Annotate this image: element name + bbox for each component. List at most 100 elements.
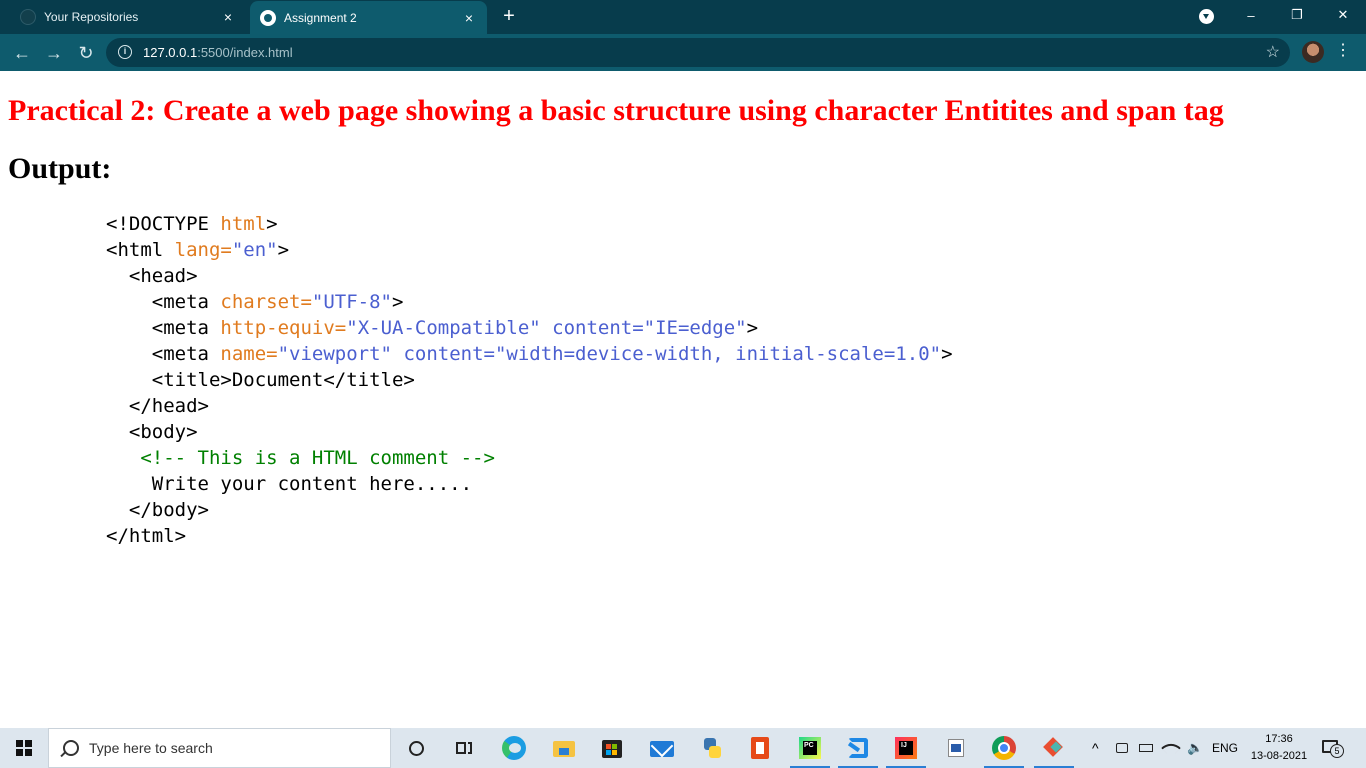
code-token-val: "en" xyxy=(231,239,278,261)
wifi-icon[interactable] xyxy=(1161,728,1181,768)
code-token-tag: <!DOCTYPE xyxy=(106,213,221,235)
code-token-val: "viewport" content="width=device-width, … xyxy=(277,343,942,365)
code-token-tag: </body> xyxy=(128,499,209,521)
code-line: <body> xyxy=(106,419,953,445)
code-token-tag: Write your content here..... xyxy=(151,473,473,495)
page-heading: Practical 2: Create a web page showing a… xyxy=(8,94,1224,127)
chevron-up-icon: ^ xyxy=(1092,740,1099,756)
code-token-tag: > xyxy=(746,317,759,339)
code-line: <head> xyxy=(106,263,953,289)
file-explorer-icon[interactable] xyxy=(550,734,578,762)
code-token-tag: > xyxy=(277,239,290,261)
windows-taskbar: Type here to search PC IJ ^ 🔈 ENG 17:36 … xyxy=(0,728,1366,768)
tab-your-repositories[interactable]: Your Repositories × xyxy=(0,0,246,34)
code-token-tag: <head> xyxy=(128,265,198,287)
code-token-attr: charset= xyxy=(220,291,312,313)
address-bar[interactable]: i 127.0.0.1:5500/index.html ☆ xyxy=(106,38,1290,67)
language-label: ENG xyxy=(1212,741,1239,755)
forward-button[interactable]: → xyxy=(40,39,68,67)
new-tab-button[interactable]: + xyxy=(497,5,521,29)
taskbar-search-box[interactable]: Type here to search xyxy=(48,728,391,768)
code-line: <title>Document</title> xyxy=(106,367,953,393)
site-info-icon[interactable]: i xyxy=(118,45,132,59)
intellij-icon[interactable]: IJ xyxy=(892,734,920,762)
cortana-icon[interactable] xyxy=(402,734,430,762)
notification-center-icon[interactable]: 5 xyxy=(1320,738,1344,758)
tab-close-icon[interactable]: × xyxy=(216,5,240,29)
wordpad-icon[interactable] xyxy=(942,734,970,762)
code-token-tag: > xyxy=(941,343,953,365)
python-icon[interactable] xyxy=(698,734,726,762)
code-token-tag: <meta xyxy=(151,343,221,365)
code-line: </html> xyxy=(106,523,953,549)
notification-count-badge: 5 xyxy=(1330,744,1344,758)
taskbar-clock[interactable]: 17:36 13-08-2021 xyxy=(1250,731,1308,765)
code-token-attr: name= xyxy=(220,343,278,365)
globe-favicon-icon xyxy=(260,9,276,26)
code-line: <!DOCTYPE html> xyxy=(106,211,953,237)
tray-overflow-chevron[interactable]: ^ xyxy=(1092,728,1099,768)
maximize-button[interactable]: ❐ xyxy=(1274,0,1320,30)
mail-icon[interactable] xyxy=(648,734,676,762)
windows-logo-icon xyxy=(16,740,32,756)
edge-icon[interactable] xyxy=(500,734,528,762)
profile-avatar[interactable] xyxy=(1302,41,1324,63)
code-token-tag: <meta xyxy=(151,317,221,339)
code-line: </head> xyxy=(106,393,953,419)
code-token-tag: > xyxy=(392,291,404,313)
code-token-attr: lang= xyxy=(174,239,232,261)
browser-toolbar: ← → ↻ i 127.0.0.1:5500/index.html ☆ ⋮ xyxy=(0,34,1366,71)
git-icon[interactable] xyxy=(1040,734,1068,762)
code-token-tag: <title>Document</title> xyxy=(151,369,415,391)
meet-now-icon[interactable] xyxy=(1116,728,1128,768)
code-line: Write your content here..... xyxy=(106,471,953,497)
office-icon[interactable] xyxy=(746,734,774,762)
close-window-button[interactable]: ✕ xyxy=(1320,0,1366,30)
code-line: </body> xyxy=(106,497,953,523)
code-line: <html lang="en"> xyxy=(106,237,953,263)
battery-icon[interactable] xyxy=(1139,728,1153,768)
clock-date: 13-08-2021 xyxy=(1250,750,1308,762)
tab-close-icon[interactable]: × xyxy=(457,6,481,30)
code-token-comment: <!-- This is a HTML comment --> xyxy=(140,447,495,469)
code-token-tag: <html xyxy=(106,239,175,261)
reload-button[interactable]: ↻ xyxy=(72,39,100,67)
code-token-tag: <body> xyxy=(128,421,198,443)
vscode-icon[interactable] xyxy=(844,734,872,762)
code-sample: <!DOCTYPE html> <html lang="en"> <head> <… xyxy=(106,211,953,549)
code-token-tag: </head> xyxy=(128,395,209,417)
code-line: <meta charset="UTF-8"> xyxy=(106,289,953,315)
code-line: <meta http-equiv="X-UA-Compatible" conte… xyxy=(106,315,953,341)
browser-menu-icon[interactable]: ⋮ xyxy=(1335,40,1351,64)
tab-title: Your Repositories xyxy=(44,10,139,24)
back-button[interactable]: ← xyxy=(8,39,36,67)
chrome-icon[interactable] xyxy=(990,734,1018,762)
tab-title: Assignment 2 xyxy=(284,10,357,25)
code-token-tag: > xyxy=(266,213,278,235)
clock-time: 17:36 xyxy=(1265,733,1293,745)
task-view-icon[interactable] xyxy=(450,734,478,762)
tab-search-dropdown-icon[interactable] xyxy=(1199,9,1214,24)
minimize-button[interactable]: – xyxy=(1228,0,1274,30)
tab-assignment-2[interactable]: Assignment 2 × xyxy=(250,1,487,34)
github-favicon-icon xyxy=(20,9,36,25)
start-button[interactable] xyxy=(0,728,48,768)
pycharm-icon[interactable]: PC xyxy=(796,734,824,762)
output-label: Output: xyxy=(8,152,112,185)
code-token-val: "UTF-8" xyxy=(311,291,392,313)
url-text[interactable]: 127.0.0.1:5500/index.html xyxy=(143,45,293,60)
bookmark-star-icon[interactable]: ☆ xyxy=(1266,42,1280,62)
store-icon[interactable] xyxy=(598,734,626,762)
code-token-attr: html xyxy=(220,213,267,235)
url-host: 127.0.0.1 xyxy=(143,45,198,60)
code-line: <meta name="viewport" content="width=dev… xyxy=(106,341,953,367)
language-indicator[interactable]: ENG xyxy=(1212,728,1238,768)
volume-icon[interactable]: 🔈 xyxy=(1187,728,1203,768)
